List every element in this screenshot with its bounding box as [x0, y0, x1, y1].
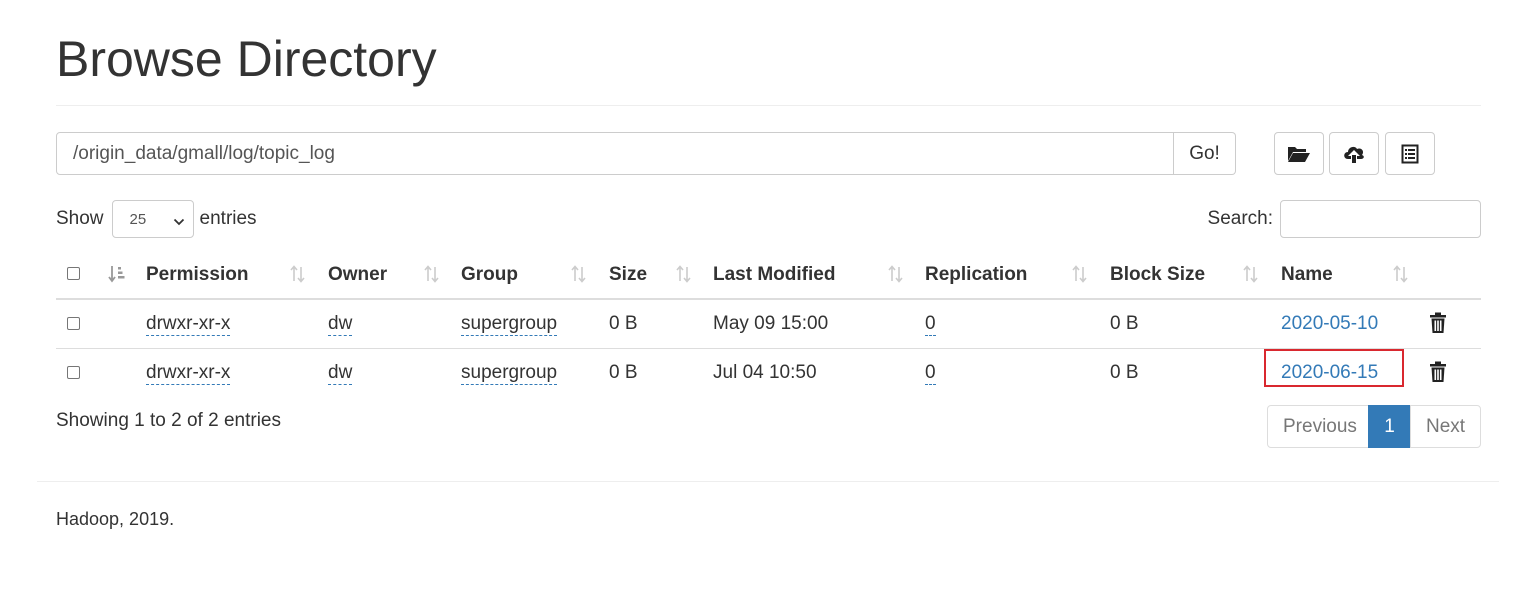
create-directory-button[interactable]: [1274, 132, 1324, 175]
next-page-button[interactable]: Next: [1410, 405, 1481, 448]
entries-length-control: Show 25 entries: [56, 200, 257, 238]
sort-both-icon[interactable]: [1392, 265, 1410, 289]
cloud-upload-icon: [1342, 144, 1366, 164]
block-size-value: 0 B: [1110, 362, 1139, 383]
size-value: 0 B: [609, 313, 638, 334]
trash-icon[interactable]: [1429, 312, 1447, 340]
column-header-last-modified[interactable]: Last Modified: [713, 252, 835, 298]
go-button[interactable]: Go!: [1174, 132, 1236, 175]
sort-both-icon[interactable]: [887, 265, 905, 289]
column-header-permission[interactable]: Permission: [146, 252, 248, 298]
chevron-down-icon: [173, 214, 185, 231]
sort-both-icon[interactable]: [675, 265, 693, 289]
table-info: Showing 1 to 2 of 2 entries: [56, 410, 281, 431]
group-value[interactable]: supergroup: [461, 313, 558, 336]
column-header-group[interactable]: Group: [461, 252, 518, 298]
search-input[interactable]: [1280, 200, 1481, 238]
directory-name-link[interactable]: 2020-06-15: [1281, 362, 1378, 383]
table-search: Search:: [1208, 200, 1481, 238]
permission-value[interactable]: drwxr-xr-x: [146, 362, 231, 385]
row-select-checkbox[interactable]: [67, 317, 80, 330]
last-modified-value: May 09 15:00: [713, 313, 829, 334]
entries-label: entries: [199, 208, 257, 229]
directory-name-link[interactable]: 2020-05-10: [1281, 313, 1378, 334]
permission-value[interactable]: drwxr-xr-x: [146, 313, 231, 336]
sort-ascending-icon[interactable]: [108, 265, 126, 289]
directory-path-input[interactable]: [56, 132, 1175, 175]
block-size-value: 0 B: [1110, 313, 1139, 334]
trash-icon[interactable]: [1429, 361, 1447, 389]
last-modified-value: Jul 04 10:50: [713, 362, 817, 383]
cut-paste-button[interactable]: [1385, 132, 1435, 175]
sort-both-icon[interactable]: [289, 265, 307, 289]
pagination: Previous 1 Next: [1267, 405, 1481, 448]
group-value[interactable]: supergroup: [461, 362, 558, 385]
replication-value[interactable]: 0: [925, 313, 936, 336]
replication-value[interactable]: 0: [925, 362, 936, 385]
owner-value[interactable]: dw: [328, 362, 353, 385]
column-header-size[interactable]: Size: [609, 252, 647, 298]
footer-divider: [37, 481, 1499, 482]
column-header-replication[interactable]: Replication: [925, 252, 1027, 298]
show-label: Show: [56, 208, 104, 229]
sort-both-icon[interactable]: [1071, 265, 1089, 289]
title-divider: [56, 105, 1481, 106]
column-header-block-size[interactable]: Block Size: [1110, 252, 1205, 298]
path-bar: Go!: [56, 132, 1236, 175]
table-header: Permission Owner Group Size Last Modifie…: [56, 252, 1481, 300]
page-1-button[interactable]: 1: [1368, 405, 1411, 448]
sort-both-icon[interactable]: [570, 265, 588, 289]
sort-both-icon[interactable]: [1242, 265, 1260, 289]
footer-text: Hadoop, 2019.: [56, 509, 175, 529]
row-select-checkbox[interactable]: [67, 366, 80, 379]
entries-per-page-value: 25: [129, 210, 147, 228]
search-label: Search:: [1207, 208, 1273, 229]
column-header-name[interactable]: Name: [1281, 252, 1333, 298]
table-row: drwxr-xr-x dw supergroup 0 B Jul 04 10:5…: [56, 349, 1481, 397]
page-title: Browse Directory: [56, 31, 437, 87]
folder-open-icon: [1287, 144, 1311, 164]
list-alt-icon: [1400, 144, 1420, 164]
select-all-checkbox[interactable]: [67, 267, 80, 280]
entries-per-page-select[interactable]: 25: [111, 200, 194, 238]
owner-value[interactable]: dw: [328, 313, 353, 336]
upload-file-button[interactable]: [1329, 132, 1379, 175]
sort-both-icon[interactable]: [423, 265, 441, 289]
size-value: 0 B: [609, 362, 638, 383]
directory-table: Permission Owner Group Size Last Modifie…: [56, 252, 1481, 397]
table-row: drwxr-xr-x dw supergroup 0 B May 09 15:0…: [56, 300, 1481, 349]
column-header-owner[interactable]: Owner: [328, 252, 387, 298]
previous-page-button[interactable]: Previous: [1267, 405, 1369, 448]
